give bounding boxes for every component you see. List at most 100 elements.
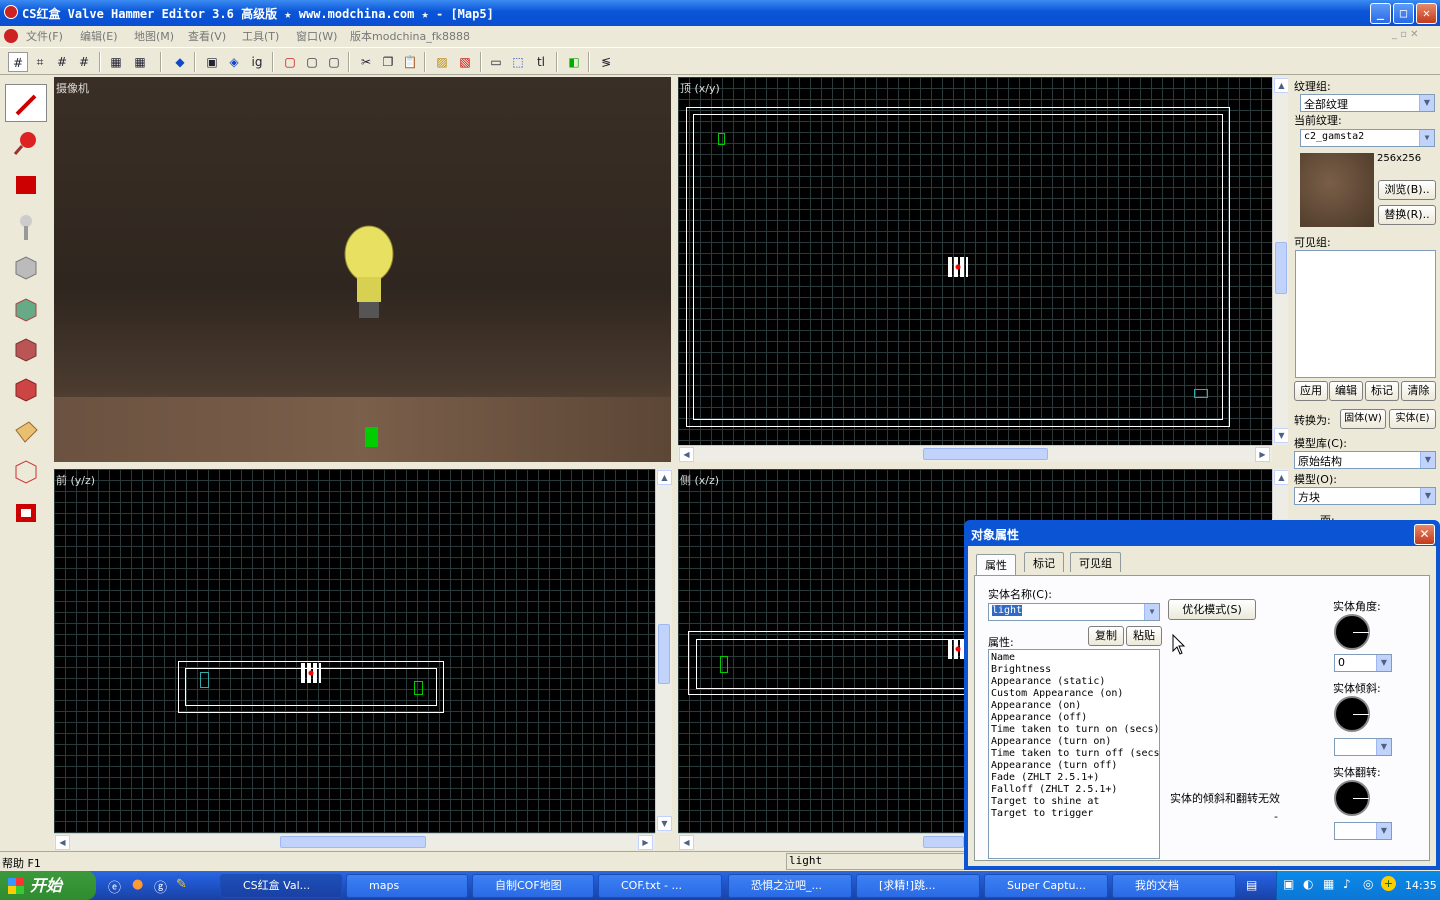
ungroup-icon[interactable]: ◈ [224,52,244,72]
angle-select[interactable]: 0 ▼ [1334,654,1392,672]
carve-icon[interactable]: ◆ [170,52,190,72]
smartedit-button[interactable]: 优化模式(S) [1168,599,1256,620]
task-help-post[interactable]: [求精!]跳... [856,874,980,898]
side-hscroll[interactable]: ◀ [678,833,964,850]
prefab-lib-select[interactable]: 原始结构 ▼ [1294,451,1436,469]
list-item[interactable]: Appearance (turn off) [991,760,1157,772]
scroll-thumb[interactable] [280,836,426,848]
to-entity-button[interactable]: 实体(E) [1389,409,1436,429]
list-item[interactable]: Time taken to turn off (secs [991,748,1159,760]
task-cof-maps[interactable]: 自制COF地图 [472,874,594,898]
edit-button[interactable]: 编辑 [1329,381,1363,401]
clear-button[interactable]: 清除 [1401,381,1436,401]
top-vscroll[interactable]: ▲ ▼ [1272,77,1289,445]
texture-lock-text-icon[interactable]: tl [531,52,551,72]
hide-selected-icon[interactable]: ▢ [280,52,300,72]
scroll-left-icon[interactable]: ◀ [679,447,694,462]
entity-tool-icon[interactable] [5,208,47,246]
top-hscroll[interactable]: ◀ ▶ [678,445,1272,462]
mdi-window-controls[interactable]: _ ▫ ✕ [1392,29,1419,40]
front-vscroll[interactable]: ▲ ▼ [655,469,672,833]
task-hammer[interactable]: CS红盒 Val... [220,874,342,898]
to-solid-button[interactable]: 固体(W) [1340,409,1386,429]
app-icon[interactable] [4,5,18,19]
scroll-right-icon[interactable]: ▶ [1255,447,1270,462]
task-super-capture[interactable]: Super Captu... [984,874,1108,898]
camera-tool-icon[interactable] [5,166,47,204]
task-maps[interactable]: maps [346,874,468,898]
edit-cordon-icon[interactable]: ▧ [455,52,475,72]
tray-app-icon[interactable]: ◐ [1303,877,1313,891]
menu-view[interactable]: 查看(V) [188,28,226,44]
texture-group-select[interactable]: 全部纹理 ▼ [1300,94,1435,112]
angle-dial[interactable] [1334,614,1370,650]
list-item[interactable]: Custom Appearance (on) [991,688,1157,700]
toggle-cordon-icon[interactable]: ▨ [432,52,452,72]
tray-monitor-icon[interactable]: ◎ [1363,877,1373,891]
prefab-select[interactable]: 方块 ▼ [1294,487,1436,505]
list-item[interactable]: Name [991,652,1157,664]
run-map-icon[interactable]: ◧ [564,52,584,72]
maximize-button[interactable]: □ [1393,3,1414,24]
scroll-up-icon[interactable]: ▲ [657,470,672,485]
top-viewport[interactable]: 顶 (x/y) [678,77,1272,445]
scroll-down-icon[interactable]: ▼ [1274,428,1289,443]
replace-button[interactable]: 替换(R).. [1378,205,1436,225]
scroll-thumb[interactable] [923,448,1048,460]
dialog-close-button[interactable]: ✕ [1414,524,1435,545]
list-item[interactable]: Fade (ZHLT 2.5.1+) [991,772,1157,784]
pitch-select[interactable]: ▼ [1334,738,1392,756]
grid-toggle-icon[interactable]: # [8,52,28,72]
quicklaunch-app-icon[interactable]: ✎ [176,877,187,892]
roll-select[interactable]: ▼ [1334,822,1392,840]
front-hscroll[interactable]: ◀ ▶ [54,833,655,850]
classname-select[interactable]: light ▼ [988,603,1160,621]
entity-marker[interactable] [720,656,728,673]
mark-button[interactable]: 标记 [1365,381,1399,401]
apply-button[interactable]: 应用 [1294,381,1328,401]
current-texture-select[interactable]: c2_gamsta2 ▼ [1300,129,1435,147]
cut-icon[interactable]: ✂ [356,52,376,72]
scroll-left-icon[interactable]: ◀ [55,835,70,850]
grid-smaller-icon[interactable]: # [52,52,72,72]
scroll-right-icon[interactable]: ▶ [638,835,653,850]
tray-volume-icon[interactable]: ♪ [1343,877,1351,891]
doc-icon[interactable] [4,29,18,43]
texture-application-icon[interactable] [5,290,47,328]
minimize-button[interactable]: _ [1370,3,1391,24]
scroll-left-icon[interactable]: ◀ [679,835,694,850]
task-my-documents[interactable]: 我的文档 [1112,874,1236,898]
magnify-tool-icon[interactable] [5,124,47,162]
quicklaunch-ie-icon[interactable]: ⓔ [108,877,121,896]
menu-edit[interactable]: 编辑(E) [80,28,118,44]
vertex-tool-icon[interactable] [5,452,47,490]
light-bulb-icon[interactable] [339,222,399,327]
list-item[interactable]: Appearance (turn on) [991,736,1157,748]
quicklaunch-firefox-icon[interactable]: ● [132,877,143,892]
toggle-group-ignore-icon[interactable]: ▭ [486,52,506,72]
front-viewport[interactable]: 前 (y/z) [54,469,655,833]
tab-visgroups[interactable]: 可见组 [1070,552,1121,572]
path-tool-icon[interactable] [5,494,47,532]
show-all-icon[interactable]: ▢ [324,52,344,72]
selection-tool-icon[interactable] [5,84,47,122]
pitch-dial[interactable] [1334,696,1370,732]
side-vscroll[interactable]: ▲ [1272,469,1289,519]
keyboard-icon[interactable]: ▤ [1246,878,1257,892]
menu-file[interactable]: 文件(F) [26,28,63,44]
task-forum[interactable]: 恐惧之泣吧_... [728,874,852,898]
hide-unselected-icon[interactable]: ▢ [302,52,322,72]
camera-viewport[interactable]: 摄像机 [54,77,671,462]
block-tool-icon[interactable] [5,248,47,286]
quicklaunch-browser-icon[interactable]: ⓖ [154,877,167,896]
clock[interactable]: 14:35 [1405,879,1437,892]
tray-security-icon[interactable]: ▦ [1323,877,1334,891]
scroll-thumb[interactable] [923,836,964,848]
task-cof-txt[interactable]: COF.txt - ... [598,874,722,898]
copy-button[interactable]: 复制 [1088,626,1124,646]
copy-icon[interactable]: ❐ [378,52,398,72]
browse-button[interactable]: 浏览(B).. [1378,180,1436,200]
close-button[interactable]: ✕ [1416,3,1437,24]
list-item[interactable]: Falloff (ZHLT 2.5.1+) [991,784,1157,796]
clip-tool-icon[interactable] [5,412,47,450]
